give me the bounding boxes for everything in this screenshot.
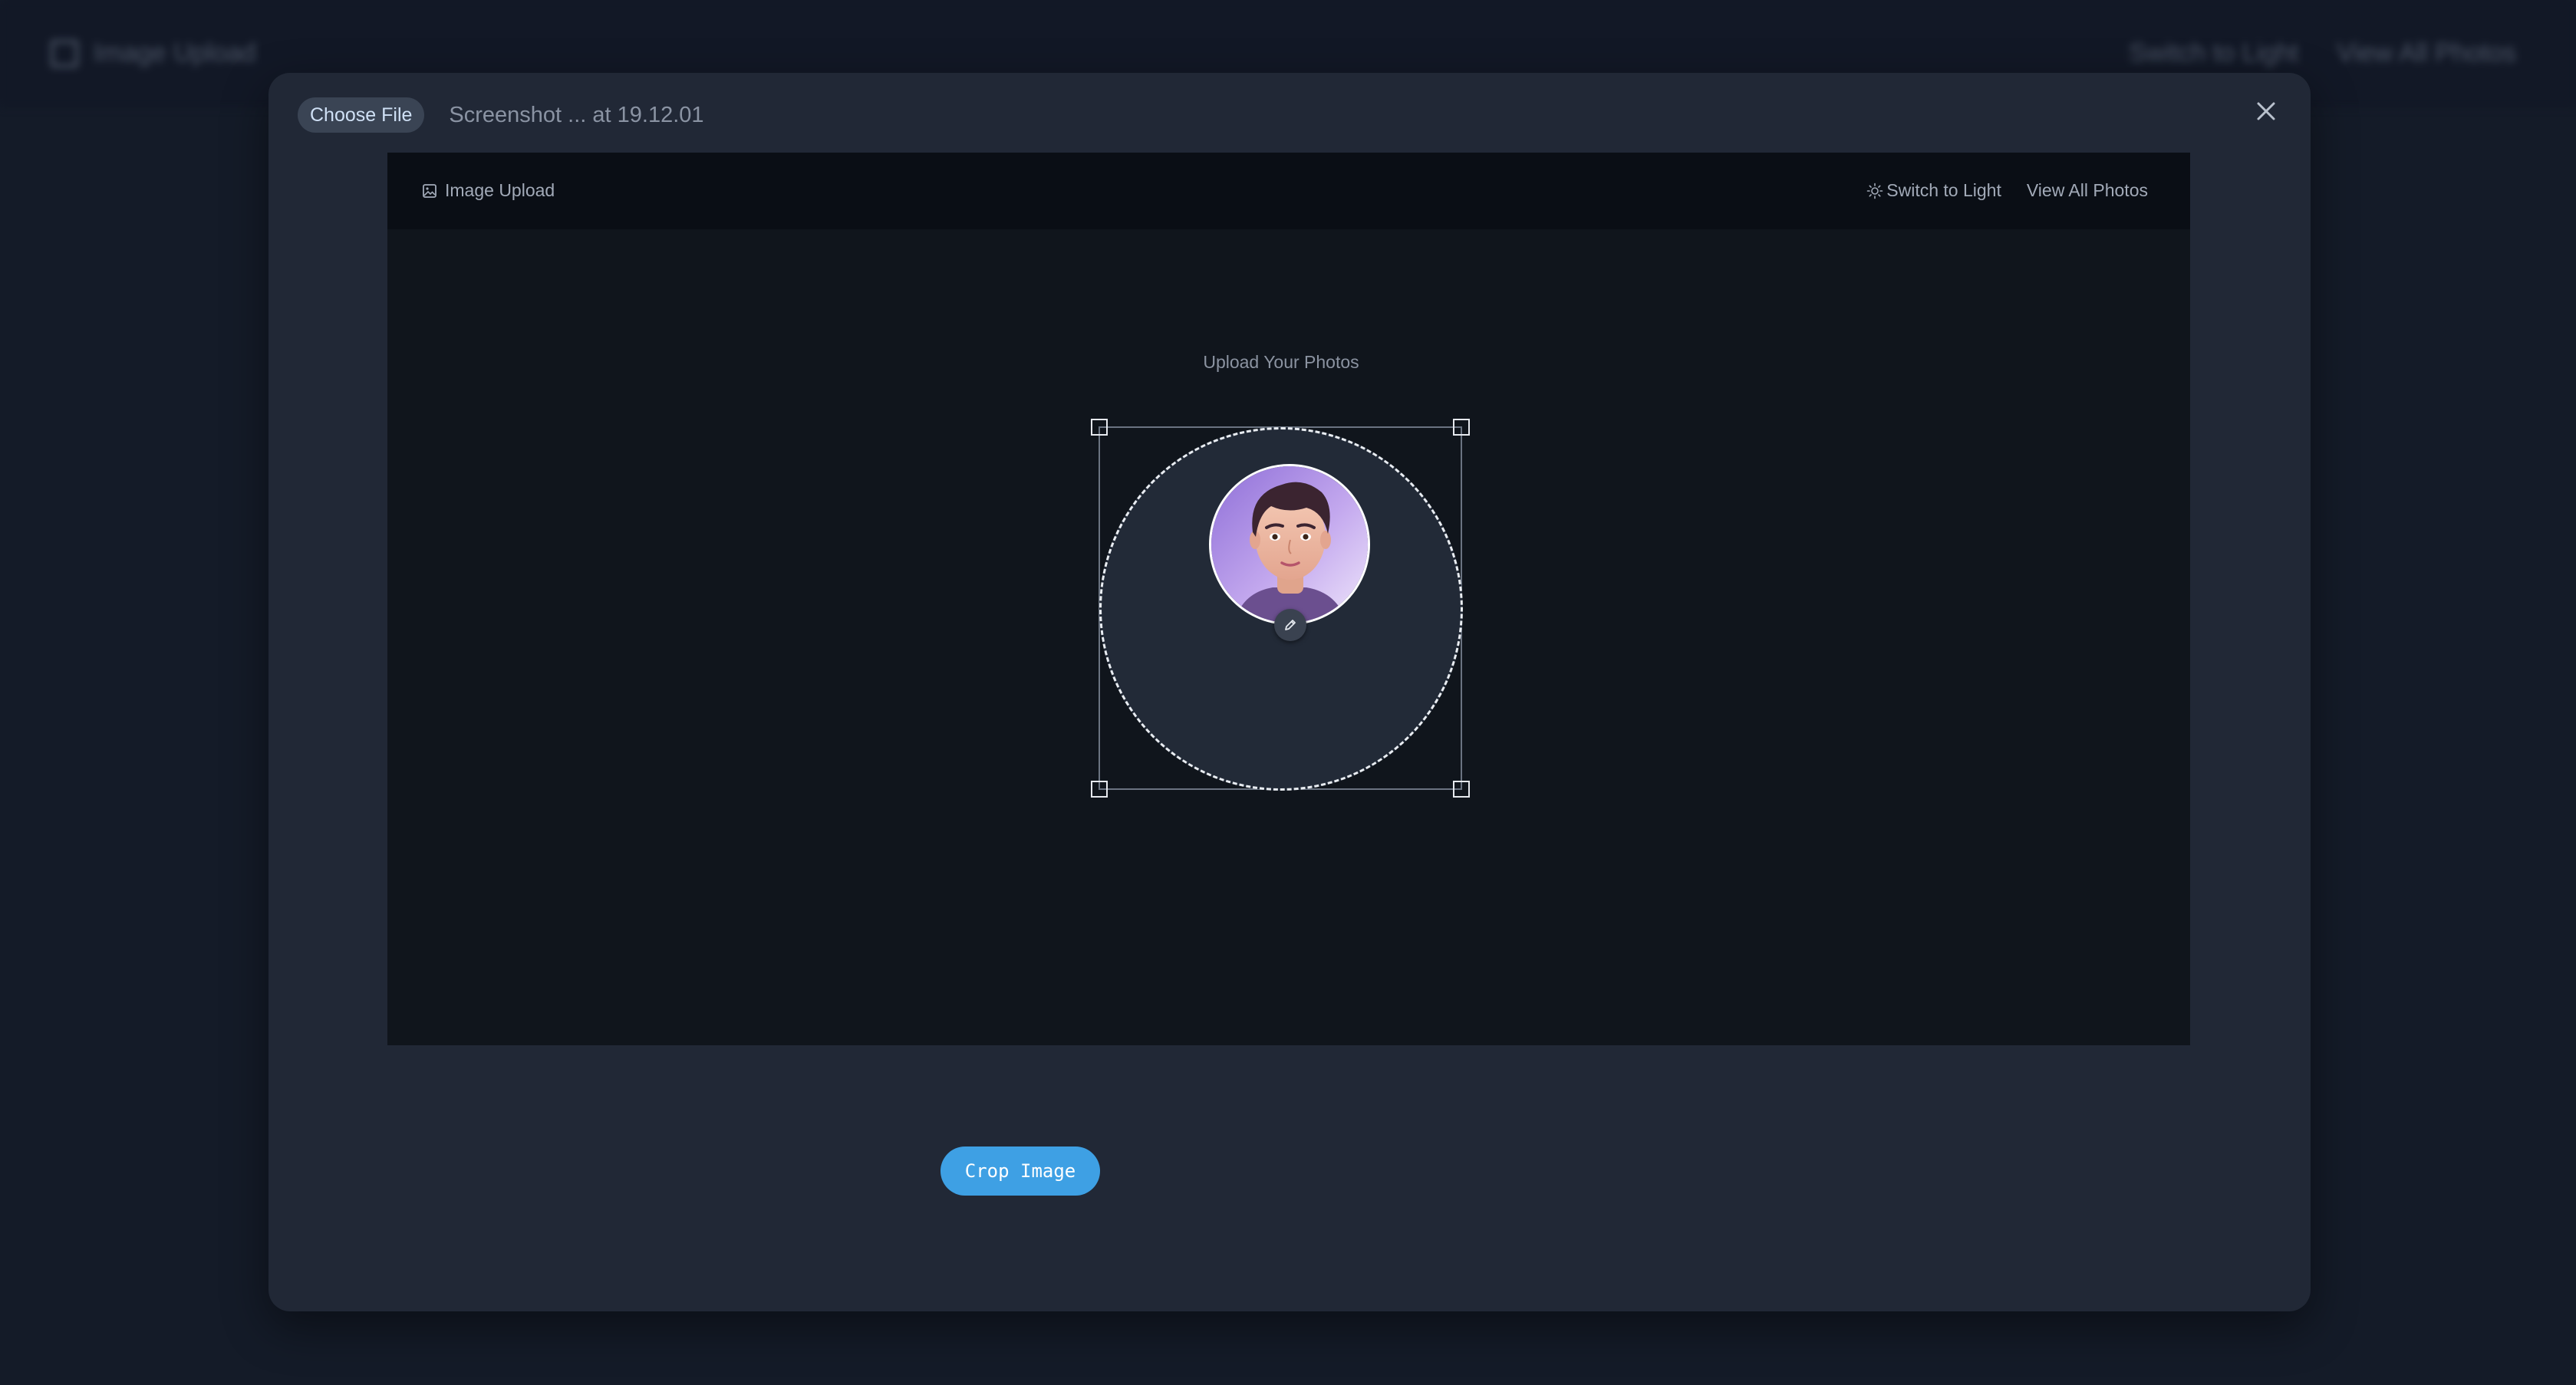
avatar <box>1209 464 1370 625</box>
background-brand-label: Image Upload <box>94 38 256 67</box>
crop-handle-top-left[interactable] <box>1091 419 1108 436</box>
image-icon <box>423 183 436 198</box>
image-icon <box>51 39 78 67</box>
upload-title: Upload Your Photos <box>1203 352 1359 372</box>
app-brand-label: Image Upload <box>445 180 555 200</box>
choose-file-button[interactable]: Choose File <box>298 97 425 133</box>
close-button[interactable] <box>2245 90 2288 133</box>
switch-theme-link[interactable]: Switch to Light <box>1866 180 2001 201</box>
avatar-portrait <box>1211 466 1368 623</box>
background-nav: Switch to Light View All Photos <box>2129 38 2516 68</box>
crop-handle-top-right[interactable] <box>1453 419 1470 436</box>
edit-photo-button[interactable] <box>1274 609 1306 641</box>
sun-icon <box>1866 183 1883 199</box>
view-all-photos-link[interactable]: View All Photos <box>2027 180 2148 201</box>
crop-handle-bottom-right[interactable] <box>1453 781 1470 798</box>
close-icon <box>2257 102 2275 120</box>
app-preview-frame: Image Upload Switch to Light View All Ph… <box>387 153 2190 1045</box>
app-nav: Switch to Light View All Photos <box>1866 180 2148 201</box>
crop-image-button[interactable]: Crop Image <box>940 1146 1100 1196</box>
selected-file-name: Screenshot ... at 19.12.01 <box>449 102 704 127</box>
background-brand: Image Upload <box>51 38 256 68</box>
crop-modal: Choose File Screenshot ... at 19.12.01 I… <box>268 73 2311 1311</box>
switch-theme-label: Switch to Light <box>1886 180 2001 200</box>
app-brand[interactable]: Image Upload <box>422 180 555 201</box>
background-nav-switch-theme: Switch to Light <box>2129 38 2299 67</box>
file-input-row: Choose File Screenshot ... at 19.12.01 <box>298 97 704 133</box>
crop-handle-bottom-left[interactable] <box>1091 781 1108 798</box>
pencil-icon <box>1285 620 1296 630</box>
crop-area[interactable] <box>1091 419 1470 798</box>
app-header: Image Upload Switch to Light View All Ph… <box>387 153 2190 229</box>
background-nav-view-all: View All Photos <box>2337 38 2516 67</box>
